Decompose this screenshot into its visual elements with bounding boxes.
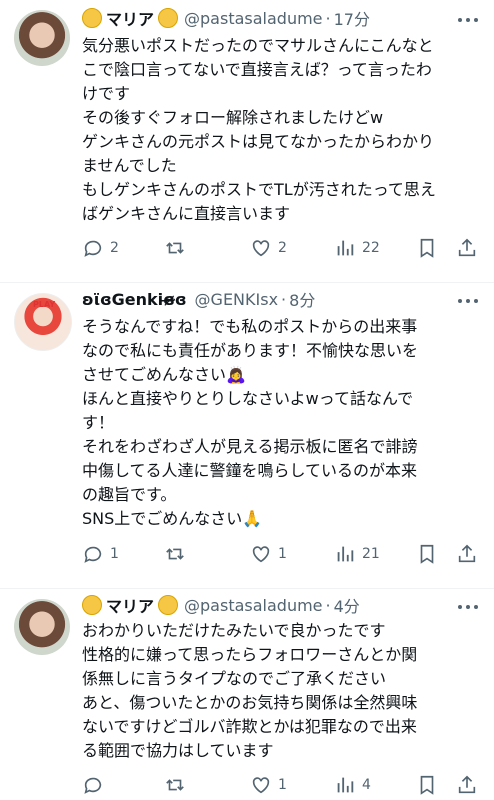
- tweet-1[interactable]: マリア @pastasaladume · 17分 気分悪いポストだったのでマサル…: [0, 0, 494, 282]
- tweet-line: ゲンキさんの元ポストは見てなかったからわかり: [82, 132, 435, 151]
- more-icon[interactable]: [458, 291, 478, 311]
- retweet-icon: [166, 242, 184, 254]
- like-icon: [252, 240, 270, 257]
- tweet-2[interactable]: PLAY ʚϊɞGenkiɞ̴̶̷ɞ @GENKIsx · 8分 そうなんですね…: [0, 283, 494, 588]
- bookmark-button[interactable]: [416, 236, 438, 260]
- share-icon: [458, 238, 476, 257]
- avatar-maria[interactable]: [14, 599, 70, 655]
- like-icon: [252, 777, 270, 794]
- avatar-maria[interactable]: [14, 10, 70, 66]
- user-handle[interactable]: @pastasaladume: [184, 596, 323, 615]
- views-icon: [337, 777, 354, 793]
- like-button[interactable]: 1: [250, 773, 287, 797]
- tweet-line: あと、傷ついたとかのお気持ち関係は全然興味: [82, 693, 418, 712]
- reply-icon: [84, 777, 102, 794]
- tweet-line: ばゲンキさんに直接言います: [82, 204, 291, 223]
- dizzy-face-emoji-icon: [82, 8, 102, 28]
- separator-dot: ·: [325, 8, 331, 28]
- tweet-line: おわかりいただけたみたいで良かったです: [82, 621, 386, 640]
- like-count: 1: [278, 546, 287, 562]
- like-count: 2: [278, 240, 287, 256]
- views-button[interactable]: 21: [334, 542, 380, 566]
- avatar-genki[interactable]: PLAY: [14, 293, 72, 351]
- like-count: 1: [278, 777, 287, 793]
- tweet-line: けです: [82, 84, 131, 103]
- separator-dot: ·: [281, 289, 287, 309]
- bookmark-icon: [420, 544, 434, 564]
- action-bar: 1 1 21: [82, 542, 482, 566]
- views-button[interactable]: 22: [334, 236, 380, 260]
- yawning-face-emoji-icon: [158, 595, 179, 615]
- timestamp[interactable]: 17分: [334, 6, 370, 30]
- retweet-button[interactable]: [164, 236, 186, 260]
- separator-dot: ·: [325, 595, 331, 615]
- action-bar: 1 4: [82, 773, 482, 797]
- tweet-line: こで陰口言ってないで直接言えば？って言ったわ: [82, 60, 432, 79]
- tweet-text: 気分悪いポストだったのでマサルさんにこんなと こで陰口言ってないで直接言えば？っ…: [82, 34, 482, 226]
- share-icon: [458, 544, 476, 563]
- display-name[interactable]: マリア: [106, 593, 154, 617]
- tweet-line: す！: [82, 413, 115, 432]
- tweet-line: させてごめんなさい🙇‍♀️: [82, 365, 246, 384]
- tweet-line: 中傷してる人達に警鐘を鳴らしているのが本来: [82, 461, 418, 480]
- retweet-icon: [166, 779, 184, 791]
- views-count: 21: [362, 546, 380, 562]
- share-button[interactable]: [456, 542, 478, 566]
- share-button[interactable]: [456, 773, 478, 797]
- bookmark-button[interactable]: [416, 773, 438, 797]
- tweet-line: ませんでした: [82, 156, 177, 175]
- tweet-line: 気分悪いポストだったのでマサルさんにこんなと: [82, 36, 434, 55]
- reply-icon: [84, 546, 102, 563]
- tweet-line: なので私にも責任があります！不愉快な思いを: [82, 341, 419, 360]
- display-name[interactable]: マリア: [106, 6, 154, 30]
- reply-count: 2: [110, 240, 119, 256]
- more-icon[interactable]: [458, 597, 478, 617]
- tweet-line: ほんと直接やりとりしなさいよwって話なんで: [82, 389, 414, 408]
- user-handle[interactable]: @GENKIsx: [195, 290, 279, 309]
- tweet-line: SNS上でごめんなさい🙏: [82, 509, 263, 528]
- tweet-line: ないですけどゴルバ詐欺とかは犯罪なので出来: [82, 717, 417, 736]
- retweet-button[interactable]: [164, 542, 186, 566]
- share-icon: [458, 775, 476, 794]
- user-handle[interactable]: @pastasaladume: [184, 9, 323, 28]
- tweet-line: の趣旨です。: [82, 485, 177, 504]
- reply-icon: [84, 240, 102, 257]
- tweet-line: 性格的に嫌って思ったらフォロワーさんとか関: [82, 645, 418, 664]
- retweet-icon: [166, 548, 184, 560]
- views-icon: [337, 240, 354, 256]
- tweet-3[interactable]: マリア @pastasaladume · 4分 おわかりいただけたみたいで良かっ…: [0, 589, 494, 800]
- reply-button[interactable]: [82, 773, 104, 797]
- tweet-line: その後すぐフォロー解除されましたけどw: [82, 108, 384, 127]
- retweet-button[interactable]: [164, 773, 186, 797]
- tweet-line: もしゲンキさんのポストでTLが汚されたって思え: [82, 180, 436, 199]
- tweet-line: 係無しに言うタイプなのでご了承ください: [82, 669, 387, 688]
- tweet-text: そうなんですね！でも私のポストからの出来事 なので私にも責任があります！不愉快な…: [82, 315, 482, 531]
- like-button[interactable]: 2: [250, 236, 287, 260]
- like-button[interactable]: 1: [250, 542, 287, 566]
- bookmark-icon: [420, 238, 434, 258]
- reply-button[interactable]: 1: [82, 542, 119, 566]
- reply-button[interactable]: 2: [82, 236, 119, 260]
- tweet-line: そうなんですね！でも私のポストからの出来事: [82, 317, 418, 336]
- reply-count: 1: [110, 546, 119, 562]
- display-name[interactable]: ʚϊɞGenkiɞ̴̶̷ɞ: [82, 290, 187, 309]
- dizzy-face-emoji-icon: [82, 595, 102, 615]
- share-button[interactable]: [456, 236, 478, 260]
- views-count: 22: [362, 240, 380, 256]
- bookmark-icon: [420, 775, 434, 795]
- tweet-text: おわかりいただけたみたいで良かったです 性格的に嫌って思ったらフォロワーさんとか…: [82, 619, 482, 763]
- views-button[interactable]: 4: [334, 773, 371, 797]
- tweet-line: る範囲で協力はしています: [82, 741, 274, 760]
- bookmark-button[interactable]: [416, 542, 438, 566]
- views-icon: [337, 546, 354, 562]
- more-icon[interactable]: [458, 10, 478, 30]
- timestamp[interactable]: 8分: [289, 287, 315, 311]
- yawning-face-emoji-icon: [158, 8, 179, 28]
- timestamp[interactable]: 4分: [334, 593, 360, 617]
- play-label: PLAY: [33, 300, 56, 309]
- views-count: 4: [362, 777, 371, 793]
- tweet-line: それをわざわざ人が見える掲示板に匿名で誹謗: [82, 437, 418, 456]
- like-icon: [252, 546, 270, 563]
- action-bar: 2 2 22: [82, 236, 482, 260]
